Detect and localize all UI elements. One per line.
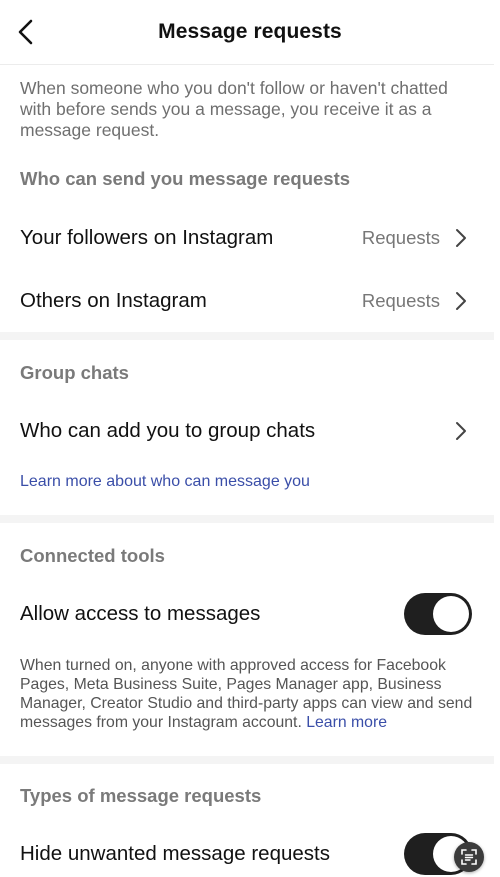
chevron-left-icon (18, 19, 33, 45)
section-divider (0, 332, 494, 340)
intro-text: When someone who you don't follow or hav… (20, 78, 448, 140)
top-bar: Message requests (0, 0, 500, 64)
page-title: Message requests (158, 20, 342, 43)
connected-tools-heading: Connected tools (20, 545, 165, 566)
chevron-right-icon (456, 229, 466, 247)
connected-tools-description: When turned on, anyone with approved acc… (20, 656, 475, 732)
header-divider (0, 64, 494, 65)
row-followers-on-instagram[interactable]: Your followers on Instagram Requests (0, 212, 494, 264)
back-button[interactable] (8, 14, 44, 50)
section-divider (0, 515, 494, 523)
section-divider (0, 756, 494, 764)
group-chats-heading: Group chats (20, 362, 129, 383)
chevron-right-icon (456, 422, 466, 440)
chevron-right-icon (456, 292, 466, 310)
row-label: Allow access to messages (20, 602, 261, 625)
row-label: Others on Instagram (20, 289, 207, 312)
text-scan-button[interactable] (454, 842, 484, 872)
allow-access-toggle[interactable] (404, 593, 472, 635)
row-label: Hide unwanted message requests (20, 842, 330, 865)
row-value: Requests (361, 290, 440, 311)
toggle-knob (433, 596, 469, 632)
row-others-on-instagram[interactable]: Others on Instagram Requests (0, 275, 494, 327)
row-value: Requests (361, 227, 440, 248)
row-label: Your followers on Instagram (20, 226, 274, 249)
who-can-send-heading: Who can send you message requests (20, 168, 351, 189)
description-text: When turned on, anyone with approved acc… (20, 657, 473, 731)
row-label: Who can add you to group chats (20, 419, 316, 442)
learn-more-who-can-message-link[interactable]: Learn more about who can message you (20, 473, 310, 491)
row-who-can-add-to-group[interactable]: Who can add you to group chats (0, 405, 494, 457)
text-scan-icon (461, 849, 477, 865)
types-of-requests-heading: Types of message requests (20, 785, 262, 806)
learn-more-link[interactable]: Learn more (306, 714, 387, 731)
